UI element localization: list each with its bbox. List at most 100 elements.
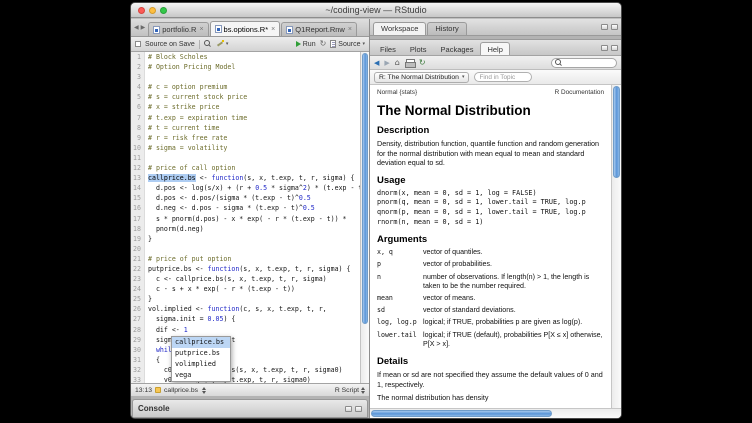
- find-in-topic-input[interactable]: Find in Topic: [474, 72, 532, 82]
- minimize-pane-icon[interactable]: [601, 45, 608, 51]
- code-tools-button[interactable]: ▾: [216, 40, 229, 48]
- code-line: 1# Block Scholes: [131, 52, 360, 62]
- function-icon: [155, 387, 161, 393]
- minimize-window-button[interactable]: [149, 7, 156, 14]
- scope-selector[interactable]: callprice.bs: [164, 387, 206, 394]
- line-number: 5: [131, 92, 145, 102]
- find-icon[interactable]: [204, 40, 212, 48]
- help-tab-help[interactable]: Help: [480, 42, 509, 55]
- tab-close-icon[interactable]: ×: [348, 26, 352, 33]
- r-file-icon: [153, 26, 160, 34]
- print-icon[interactable]: [405, 59, 414, 67]
- home-icon[interactable]: ⌂: [395, 59, 400, 67]
- magic-wand-icon: [216, 40, 224, 48]
- topic-dropdown[interactable]: R: The Normal Distribution ▾: [374, 72, 469, 83]
- minimize-pane-icon[interactable]: [345, 406, 352, 412]
- forward-icon[interactable]: ▶: [384, 59, 389, 67]
- close-window-button[interactable]: [138, 7, 145, 14]
- tab-scroll-left-icon[interactable]: ◀: [134, 24, 139, 31]
- source-on-save-checkbox[interactable]: [135, 41, 141, 47]
- line-number: 22: [131, 264, 145, 274]
- code-text: dif <- 1: [145, 325, 188, 335]
- zoom-window-button[interactable]: [160, 7, 167, 14]
- line-number: 14: [131, 183, 145, 193]
- doc-source: R Documentation: [555, 89, 604, 96]
- help-content-area: Normal {stats} R Documentation The Norma…: [370, 85, 621, 408]
- argument-description: vector of means.: [423, 294, 604, 303]
- editor-vertical-scrollbar[interactable]: [360, 52, 369, 383]
- argument-description: vector of standard deviations.: [423, 306, 604, 315]
- help-search-box[interactable]: [551, 58, 617, 68]
- argument-description: number of observations. If length(n) > 1…: [423, 273, 604, 291]
- code-text: [145, 244, 148, 254]
- code-text: [145, 72, 148, 82]
- code-line: 26vol.implied <- function(c, s, x, t.exp…: [131, 304, 360, 314]
- source-button[interactable]: Source ▾: [330, 40, 365, 48]
- code-text: # price of call option: [145, 163, 235, 173]
- screen: ~/coding-view — RStudio ◀ ▶ portfolio.R×…: [0, 0, 752, 423]
- argument-term: lower.tail: [377, 331, 423, 349]
- code-line: 14 d.pos <- log(s/x) + (r + 0.5 * sigma^…: [131, 183, 360, 193]
- spinner-arrows-icon: [361, 387, 365, 394]
- line-number: 12: [131, 163, 145, 173]
- help-horizontal-scrollbar[interactable]: [370, 408, 621, 418]
- help-tab-files[interactable]: Files: [373, 42, 403, 55]
- editor-tab[interactable]: portfolio.R×: [148, 22, 208, 36]
- code-text: pnorm(d.neg): [145, 224, 204, 234]
- titlebar: ~/coding-view — RStudio: [131, 3, 621, 18]
- code-line: 4# c = option premium: [131, 82, 360, 92]
- code-line: 2# Option Pricing Model: [131, 62, 360, 72]
- traffic-lights: [138, 7, 167, 14]
- editor-tabs: portfolio.R×bs.options.R*×Q1Report.Rnw×: [148, 19, 358, 36]
- editor-tab[interactable]: bs.options.R*×: [210, 21, 281, 36]
- editor-tab[interactable]: Q1Report.Rnw×: [281, 22, 357, 36]
- doc-title: The Normal Distribution: [377, 103, 604, 118]
- code-text: [145, 153, 148, 163]
- rerun-icon[interactable]: ↻: [320, 40, 327, 48]
- code-line: 32 c0 <- callprice.bs(s, x, t.exp, t, r,…: [131, 365, 360, 375]
- scrollbar-thumb[interactable]: [613, 86, 620, 178]
- code-line: 29 sigma0 <- sigma.init: [131, 335, 360, 345]
- maximize-pane-icon[interactable]: [355, 406, 362, 412]
- toolbar-separator: [199, 40, 200, 49]
- code-line: 3: [131, 72, 360, 82]
- help-vertical-scrollbar[interactable]: [611, 85, 621, 408]
- tab-close-icon[interactable]: ×: [199, 26, 203, 33]
- tab-close-icon[interactable]: ×: [271, 26, 275, 33]
- scrollbar-thumb[interactable]: [371, 410, 552, 417]
- details-text-2: The normal distribution has density: [377, 393, 604, 403]
- line-number: 28: [131, 325, 145, 335]
- code-text: c - s + x * exp( - r * (t.exp - t)): [145, 284, 295, 294]
- maximize-pane-icon[interactable]: [611, 45, 618, 51]
- tab-label: Q1Report.Rnw: [295, 25, 345, 34]
- details-text-1: If mean or sd are not specified they ass…: [377, 370, 604, 389]
- scope-popup-item[interactable]: putprice.bs: [172, 348, 230, 359]
- scope-popup-item[interactable]: volimplied: [172, 359, 230, 370]
- usage-line: pnorm(q, mean = 0, sd = 1, lower.tail = …: [377, 198, 604, 208]
- scope-popup-item[interactable]: callprice.bs: [172, 337, 230, 348]
- minimize-pane-icon[interactable]: [601, 24, 608, 30]
- scrollbar-thumb[interactable]: [362, 53, 368, 324]
- argument-term: sd: [377, 306, 423, 315]
- code-text: sigma.init = 0.05) {: [145, 314, 235, 324]
- editor-toolbar: Source on Save ▾ Run ↻ Sour: [131, 37, 369, 52]
- scope-label: callprice.bs: [164, 387, 198, 394]
- scope-popup-item[interactable]: vega: [172, 370, 230, 381]
- code-editor[interactable]: 1# Block Scholes2# Option Pricing Model3…: [131, 52, 369, 383]
- back-icon[interactable]: ◀: [374, 59, 379, 67]
- help-tab-plots[interactable]: Plots: [403, 42, 434, 55]
- refresh-icon[interactable]: ↻: [419, 59, 426, 67]
- code-text: # t.exp = expiration time: [145, 113, 247, 123]
- run-button[interactable]: Run: [296, 41, 316, 48]
- file-type-selector[interactable]: R Script: [335, 387, 365, 394]
- code-text: # Option Pricing Model: [145, 62, 235, 72]
- line-number: 11: [131, 153, 145, 163]
- code-line: 25}: [131, 294, 360, 304]
- code-text: # sigma = volatility: [145, 143, 227, 153]
- workspace-tab[interactable]: Workspace: [373, 22, 426, 35]
- tab-scroll-right-icon[interactable]: ▶: [141, 24, 146, 31]
- editor-statusbar: 13:13 callprice.bs R Script: [131, 383, 369, 396]
- workspace-tab[interactable]: History: [427, 22, 466, 35]
- help-tab-packages[interactable]: Packages: [434, 42, 481, 55]
- maximize-pane-icon[interactable]: [611, 24, 618, 30]
